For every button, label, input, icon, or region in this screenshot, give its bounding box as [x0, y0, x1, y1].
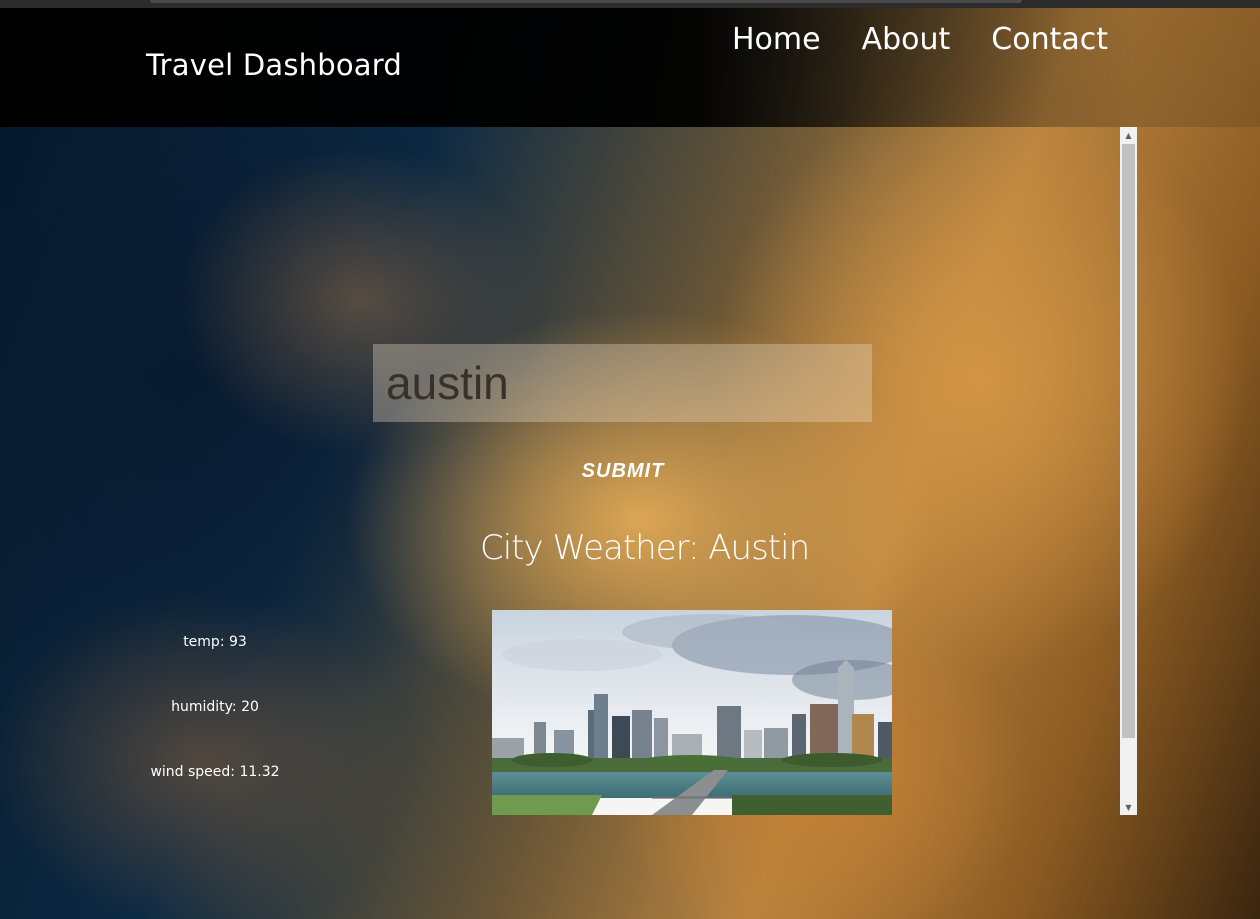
temp-stat: temp: 93: [183, 634, 247, 650]
nav-about-link[interactable]: About: [862, 22, 951, 57]
nav-home-link[interactable]: Home: [732, 22, 821, 57]
nav-links: Home About Contact: [732, 22, 1108, 57]
scroll-thumb[interactable]: [1122, 144, 1135, 738]
nav-contact-link[interactable]: Contact: [991, 22, 1108, 57]
brand-title[interactable]: Travel Dashboard: [146, 48, 402, 82]
humidity-stat: humidity: 20: [171, 699, 259, 715]
city-skyline-image: [492, 610, 892, 815]
page-scrollbar[interactable]: ▲ ▼: [1120, 127, 1137, 815]
city-search-input[interactable]: [373, 344, 872, 422]
scroll-down-arrow-icon[interactable]: ▼: [1120, 799, 1137, 815]
scroll-up-arrow-icon[interactable]: ▲: [1120, 127, 1137, 143]
navbar: Travel Dashboard Home About Contact: [0, 8, 1260, 127]
wind-speed-stat: wind speed: 11.32: [150, 764, 280, 780]
browser-top-strip: [0, 0, 1260, 8]
submit-button[interactable]: SUBMIT: [563, 455, 683, 487]
browser-tab-bar: [150, 0, 1022, 3]
city-weather-title: City Weather: Austin: [480, 528, 810, 568]
